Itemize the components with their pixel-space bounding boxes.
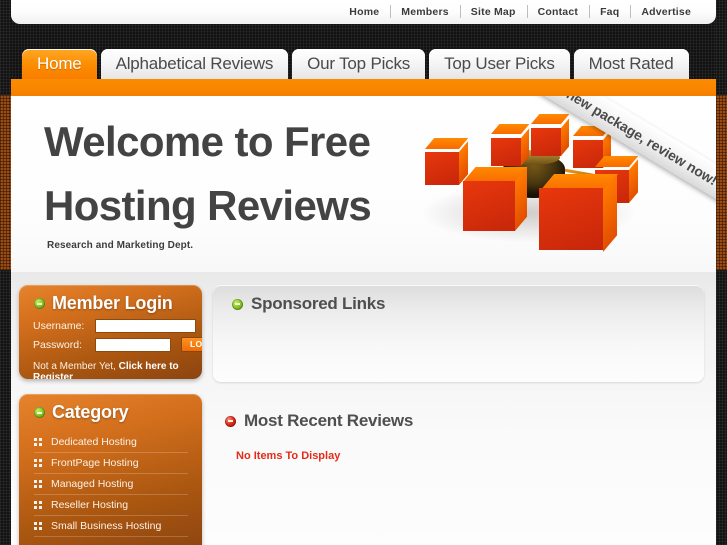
red-bullet-icon bbox=[225, 415, 236, 427]
username-label: Username: bbox=[33, 320, 85, 332]
cube bbox=[573, 126, 612, 168]
grid-bullet-icon bbox=[34, 501, 42, 509]
topnav-item-contact[interactable]: Contact bbox=[526, 0, 589, 24]
tab-underline-bar bbox=[11, 79, 716, 96]
most-recent-reviews-title-label: Most Recent Reviews bbox=[244, 411, 414, 430]
category-item-label: Small Business Hosting bbox=[51, 520, 162, 532]
tab-most-rated[interactable]: Most Rated bbox=[573, 49, 689, 79]
category-item-dedicated-hosting[interactable]: Dedicated Hosting bbox=[34, 432, 188, 453]
category-item-label: Managed Hosting bbox=[51, 478, 134, 490]
green-bullet-icon bbox=[34, 407, 45, 418]
category-item-reseller-hosting[interactable]: Reseller Hosting bbox=[34, 495, 188, 516]
member-login-panel: Member Login Username: Password: LOGIN N… bbox=[19, 285, 202, 379]
topnav-item-home[interactable]: Home bbox=[338, 0, 390, 24]
hero-subtitle: Research and Marketing Dept. bbox=[47, 240, 194, 251]
cube bbox=[539, 173, 619, 252]
category-item-small-business-hosting[interactable]: Small Business Hosting bbox=[34, 516, 188, 537]
grid-bullet-icon bbox=[34, 459, 42, 467]
category-title-label: Category bbox=[52, 402, 129, 422]
topnav-item-faq[interactable]: Faq bbox=[589, 0, 630, 24]
category-item-label: Dedicated Hosting bbox=[51, 436, 137, 448]
green-bullet-icon bbox=[34, 298, 45, 309]
tab-alphabetical-reviews[interactable]: Alphabetical Reviews bbox=[100, 49, 289, 79]
register-prompt: Not a Member Yet, Click here to Register bbox=[19, 356, 202, 379]
top-utility-nav: Home Members Site Map Contact Faq Advert… bbox=[11, 0, 716, 24]
tab-our-top-picks[interactable]: Our Top Picks bbox=[292, 49, 426, 79]
cube bbox=[463, 166, 528, 231]
category-title: Category bbox=[19, 394, 202, 428]
sponsored-links-title: Sponsored Links bbox=[213, 285, 704, 314]
tab-strip: Home Alphabetical Reviews Our Top Picks … bbox=[22, 49, 716, 79]
sponsored-links-panel: Sponsored Links bbox=[213, 285, 704, 382]
green-bullet-icon bbox=[232, 298, 243, 310]
frame-accent-left bbox=[0, 95, 11, 270]
window-frame-left bbox=[0, 0, 11, 545]
password-input[interactable] bbox=[95, 337, 171, 352]
username-input[interactable] bbox=[95, 319, 196, 333]
category-item-label: FrontPage Hosting bbox=[51, 457, 139, 469]
category-list: Dedicated Hosting FrontPage Hosting Mana… bbox=[19, 432, 202, 537]
tab-top-user-picks[interactable]: Top User Picks bbox=[429, 49, 570, 79]
cube bbox=[531, 114, 570, 156]
empty-state-message: No Items To Display bbox=[236, 450, 341, 462]
topnav-item-advertise[interactable]: Advertise bbox=[630, 0, 702, 24]
grid-bullet-icon bbox=[34, 480, 42, 488]
category-item-managed-hosting[interactable]: Managed Hosting bbox=[34, 474, 188, 495]
tab-home[interactable]: Home bbox=[22, 49, 97, 79]
window-frame-right bbox=[716, 0, 727, 545]
cube bbox=[491, 124, 530, 166]
content-area: Member Login Username: Password: LOGIN N… bbox=[11, 272, 716, 545]
page-root: Home Members Site Map Contact Faq Advert… bbox=[0, 0, 727, 545]
topnav-item-members[interactable]: Members bbox=[390, 0, 460, 24]
category-item-frontpage-hosting[interactable]: FrontPage Hosting bbox=[34, 453, 188, 474]
grid-bullet-icon bbox=[34, 522, 42, 530]
sponsored-links-title-label: Sponsored Links bbox=[251, 294, 386, 313]
category-panel: Category Dedicated Hosting FrontPage Hos… bbox=[19, 394, 202, 545]
password-label: Password: bbox=[33, 338, 83, 351]
most-recent-reviews-section: Most Recent Reviews No Items To Display bbox=[213, 402, 704, 462]
page-title: Welcome to Free Hosting Reviews bbox=[44, 118, 372, 229]
frame-accent-right bbox=[716, 95, 727, 270]
password-row: Password: LOGIN bbox=[19, 337, 202, 356]
grid-bullet-icon bbox=[34, 438, 42, 446]
hero-banner: Welcome to Free Hosting Reviews Research… bbox=[11, 96, 716, 272]
most-recent-reviews-title: Most Recent Reviews bbox=[213, 402, 704, 431]
topnav-item-site-map[interactable]: Site Map bbox=[459, 0, 527, 24]
member-login-title-label: Member Login bbox=[52, 293, 173, 313]
register-prompt-text: Not a Member Yet, bbox=[33, 361, 119, 372]
login-button[interactable]: LOGIN bbox=[181, 337, 202, 352]
category-item-label: Reseller Hosting bbox=[51, 499, 129, 511]
member-login-title: Member Login bbox=[19, 285, 202, 319]
cube bbox=[425, 138, 469, 185]
username-row: Username: bbox=[19, 319, 202, 337]
